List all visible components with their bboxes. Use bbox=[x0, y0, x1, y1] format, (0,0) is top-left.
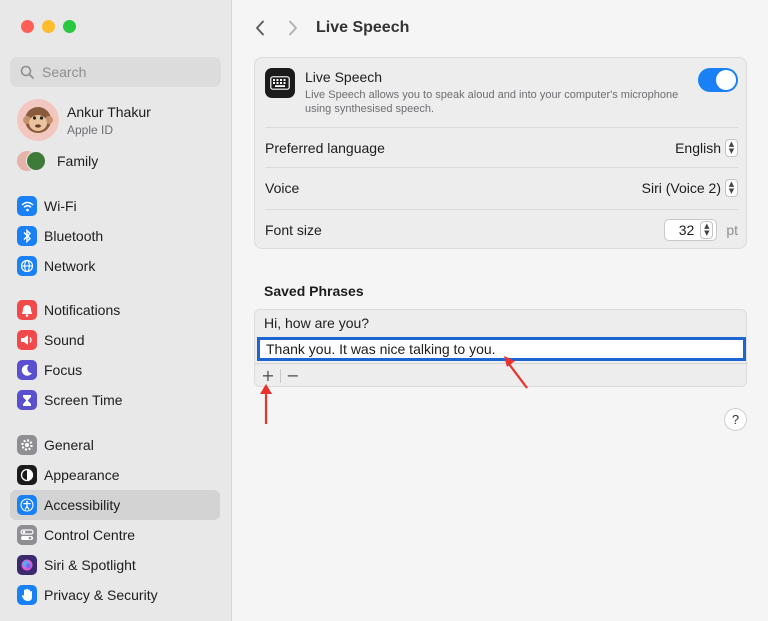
live-speech-toggle[interactable] bbox=[698, 68, 738, 92]
sidebar-item-network[interactable]: Network bbox=[10, 251, 220, 281]
up-down-chevron-icon: ▲ ▼ bbox=[725, 138, 738, 157]
sidebar-group-notifications: Notifications Sound Focus Screen Time bbox=[10, 295, 220, 415]
search-input[interactable] bbox=[42, 64, 202, 80]
appearance-icon bbox=[17, 465, 37, 485]
sidebar-item-wifi[interactable]: Wi-Fi bbox=[10, 191, 220, 221]
chevron-right-icon bbox=[289, 20, 297, 35]
voice-row: Voice Siri (Voice 2) ▲ ▼ bbox=[265, 167, 738, 207]
font-size-row: Font size 32 ▲ ▼ pt bbox=[265, 209, 738, 249]
sidebar-item-siri-spotlight[interactable]: Siri & Spotlight bbox=[10, 550, 220, 580]
font-size-field[interactable]: 32 ▲ ▼ bbox=[664, 218, 718, 241]
sidebar-item-family[interactable]: Family bbox=[17, 150, 98, 172]
voice-value: Siri (Voice 2) bbox=[641, 179, 721, 196]
sidebar-item-label: Bluetooth bbox=[44, 228, 104, 244]
accessibility-icon bbox=[17, 495, 37, 515]
annotation-arrow-phrase bbox=[504, 356, 528, 389]
sidebar-item-control-centre[interactable]: Control Centre bbox=[10, 520, 220, 550]
remove-phrase-button[interactable]: − bbox=[281, 365, 305, 387]
avatar bbox=[17, 99, 59, 141]
hourglass-icon bbox=[17, 390, 37, 410]
list-item[interactable]: Hi, how are you? bbox=[264, 315, 369, 331]
control-centre-icon bbox=[17, 525, 37, 545]
bell-icon bbox=[17, 300, 37, 320]
speaker-icon bbox=[17, 330, 37, 350]
sidebar-group-system: General Appearance Accessibility Control… bbox=[10, 430, 220, 610]
wifi-icon bbox=[17, 196, 37, 216]
globe-icon bbox=[17, 256, 37, 276]
saved-phrases-title: Saved Phrases bbox=[264, 283, 364, 299]
sidebar-item-label: Wi-Fi bbox=[44, 198, 77, 214]
preferred-language-row: Preferred language English ▲ ▼ bbox=[265, 127, 738, 167]
up-down-chevron-icon: ▲ ▼ bbox=[725, 178, 738, 197]
preferred-language-label: Preferred language bbox=[265, 139, 385, 156]
apple-id-account[interactable]: Ankur Thakur Apple ID bbox=[17, 99, 151, 141]
sidebar-item-sound[interactable]: Sound bbox=[10, 325, 220, 355]
preferred-language-popup[interactable]: English ▲ ▼ bbox=[675, 138, 738, 157]
sidebar-item-bluetooth[interactable]: Bluetooth bbox=[10, 221, 220, 251]
preferred-language-value: English bbox=[675, 139, 721, 156]
voice-popup[interactable]: Siri (Voice 2) ▲ ▼ bbox=[641, 178, 738, 197]
voice-label: Voice bbox=[265, 179, 300, 196]
live-speech-title: Live Speech bbox=[305, 69, 383, 85]
sidebar-item-label: Appearance bbox=[44, 467, 120, 483]
hand-icon bbox=[17, 585, 37, 605]
search-icon bbox=[20, 65, 34, 79]
sidebar-item-focus[interactable]: Focus bbox=[10, 355, 220, 385]
sidebar-item-label: Network bbox=[44, 258, 96, 274]
live-speech-row: Live Speech Live Speech allows you to sp… bbox=[255, 58, 748, 126]
font-size-value: 32 bbox=[678, 221, 695, 238]
sidebar-item-label: Siri & Spotlight bbox=[44, 557, 136, 573]
account-subtitle: Apple ID bbox=[67, 122, 114, 137]
sidebar: Ankur Thakur Apple ID Family Wi-Fi Blue bbox=[0, 0, 232, 621]
font-size-control: 32 ▲ ▼ pt bbox=[664, 218, 738, 241]
font-size-unit: pt bbox=[726, 221, 738, 238]
sidebar-item-privacy-security[interactable]: Privacy & Security bbox=[10, 580, 220, 610]
settings-window: Ankur Thakur Apple ID Family Wi-Fi Blue bbox=[0, 0, 768, 621]
sidebar-item-general[interactable]: General bbox=[10, 430, 220, 460]
sidebar-item-label: Screen Time bbox=[44, 392, 123, 408]
main-pane: Live Speech Live Speech Live Speech allo… bbox=[233, 0, 768, 621]
chevron-left-icon bbox=[256, 20, 264, 35]
sidebar-item-label: Family bbox=[57, 153, 99, 169]
annotation-arrow-add bbox=[260, 384, 272, 424]
saved-phrases-list: Hi, how are you? + − bbox=[254, 309, 748, 387]
forward-button[interactable] bbox=[280, 15, 306, 41]
sidebar-item-label: Sound bbox=[44, 332, 85, 348]
window-controls bbox=[21, 20, 76, 33]
search-box[interactable] bbox=[10, 57, 221, 87]
minimize-button[interactable] bbox=[42, 20, 55, 33]
sidebar-item-accessibility[interactable]: Accessibility bbox=[10, 490, 220, 520]
toolbar: Live Speech bbox=[233, 0, 768, 55]
live-speech-settings-card: Live Speech Live Speech allows you to sp… bbox=[254, 57, 747, 249]
sidebar-item-label: Control Centre bbox=[44, 527, 136, 543]
sidebar-item-appearance[interactable]: Appearance bbox=[10, 460, 220, 490]
moon-icon bbox=[17, 360, 37, 380]
sidebar-item-label: Focus bbox=[44, 362, 83, 378]
zoom-button[interactable] bbox=[63, 20, 76, 33]
sidebar-item-label: General bbox=[44, 437, 94, 453]
sidebar-item-label: Notifications bbox=[44, 302, 121, 318]
gear-icon bbox=[17, 435, 37, 455]
sidebar-item-notifications[interactable]: Notifications bbox=[10, 295, 220, 325]
siri-icon bbox=[17, 555, 37, 575]
account-name: Ankur Thakur bbox=[67, 103, 151, 120]
family-avatars bbox=[17, 150, 47, 172]
sidebar-group-network: Wi-Fi Bluetooth Network bbox=[10, 191, 220, 281]
page-title: Live Speech bbox=[316, 18, 410, 36]
back-button[interactable] bbox=[247, 15, 273, 41]
keyboard-icon bbox=[265, 68, 295, 98]
close-button[interactable] bbox=[21, 20, 34, 33]
sidebar-item-label: Accessibility bbox=[44, 497, 121, 513]
font-size-stepper[interactable]: ▲ ▼ bbox=[700, 220, 714, 239]
sidebar-item-label: Privacy & Security bbox=[44, 587, 158, 603]
live-speech-description: Live Speech allows you to speak aloud an… bbox=[305, 89, 679, 115]
monkey-avatar-icon bbox=[23, 107, 53, 133]
font-size-label: Font size bbox=[265, 221, 322, 238]
bluetooth-icon bbox=[17, 226, 37, 246]
sidebar-item-screen-time[interactable]: Screen Time bbox=[10, 385, 220, 415]
help-button[interactable]: ? bbox=[724, 408, 747, 431]
